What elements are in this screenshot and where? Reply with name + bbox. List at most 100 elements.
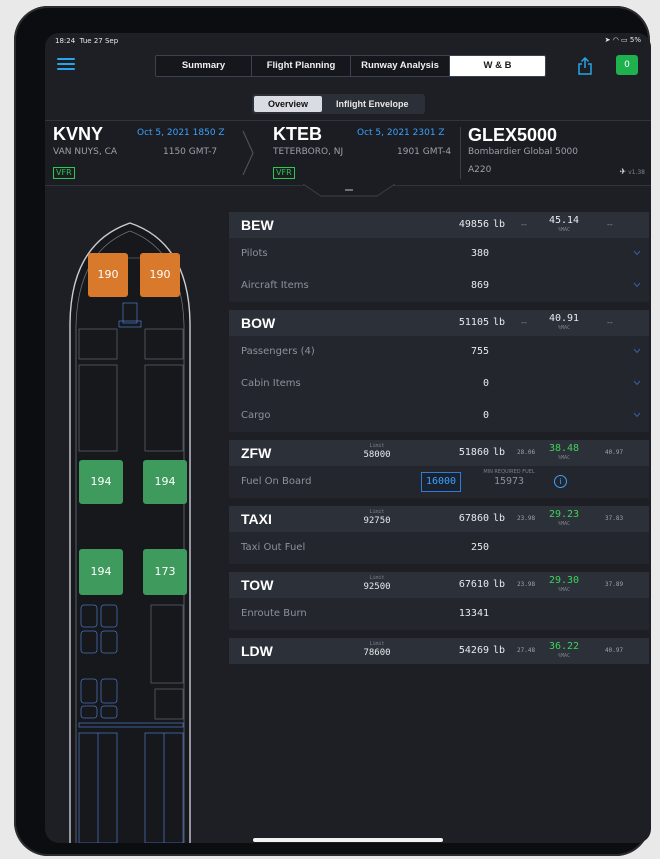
destination-city: TETERBORO, NJ bbox=[273, 147, 344, 157]
tab-flight-planning[interactable]: Flight Planning bbox=[252, 56, 351, 76]
mac-unit: %MAC bbox=[557, 455, 571, 461]
row-weight: 869 bbox=[470, 280, 489, 291]
tab-summary[interactable]: Summary bbox=[156, 56, 252, 76]
aft-cg-limit: 37.89 bbox=[605, 581, 624, 588]
seat-pilot-right[interactable]: 190 bbox=[140, 253, 180, 297]
wb-row-tow[interactable]: TOW Limit 92500 67610 lb 23.98 29.30 %MAC … bbox=[229, 572, 649, 598]
seat-pax-3[interactable]: 194 bbox=[79, 549, 123, 595]
cabin-seat-map: 190 190 194 194 194 173 bbox=[45, 203, 215, 843]
destination-flight-rules: VFR bbox=[273, 167, 295, 179]
tab-runway-analysis[interactable]: Runway Analysis bbox=[351, 56, 450, 76]
fuel-on-board-input[interactable]: 16000 bbox=[421, 472, 461, 492]
version-text: v1.38 bbox=[628, 169, 645, 176]
fwd-cg-limit: 23.98 bbox=[517, 515, 536, 522]
weight-limit: Limit 58000 bbox=[355, 443, 399, 461]
share-icon[interactable] bbox=[577, 56, 593, 75]
seat-pax-2[interactable]: 194 bbox=[143, 460, 187, 504]
row-unit: lb bbox=[493, 513, 506, 524]
plane-icon: ✈ bbox=[619, 167, 627, 176]
status-time-text: 18:24 bbox=[55, 37, 76, 45]
app-version: ✈ v1.38 bbox=[619, 167, 645, 176]
wb-row-bew[interactable]: BEW 49856 lb -- 45.14 %MAC -- bbox=[229, 212, 649, 238]
mac-unit: %MAC bbox=[557, 653, 571, 659]
limit-value: 58000 bbox=[363, 450, 391, 460]
menu-icon[interactable] bbox=[57, 55, 75, 70]
weight-balance-table: BEW 49856 lb -- 45.14 %MAC -- Pilots 380 … bbox=[229, 212, 649, 664]
status-icons: ➤ ◠ ▭ 5% bbox=[604, 36, 641, 44]
mac-unit: %MAC bbox=[557, 587, 571, 593]
mac-value: 36.22 %MAC bbox=[539, 641, 589, 659]
fwd-cg-limit: 28.06 bbox=[517, 449, 536, 456]
wb-row-aircraft-items[interactable]: Aircraft Items 869 bbox=[229, 270, 649, 302]
row-unit: lb bbox=[493, 219, 506, 230]
wb-row-taxi[interactable]: TAXI Limit 92750 67860 lb 23.98 29.23 %MAC… bbox=[229, 506, 649, 532]
row-label: Cargo bbox=[241, 410, 271, 421]
mac-value: 40.91 %MAC bbox=[539, 313, 589, 331]
home-indicator[interactable] bbox=[253, 838, 443, 842]
mac-value: 29.23 %MAC bbox=[539, 509, 589, 527]
badge-button[interactable]: 0 bbox=[616, 55, 638, 75]
chevron-down-icon bbox=[633, 380, 641, 386]
row-label: Enroute Burn bbox=[241, 608, 307, 619]
mac-unit: %MAC bbox=[557, 521, 571, 527]
chevron-down-icon bbox=[633, 282, 641, 288]
destination-local-time: 1901 GMT-4 bbox=[397, 147, 452, 157]
tab-inflight-envelope[interactable]: Inflight Envelope bbox=[322, 96, 423, 112]
top-bar: Summary Flight Planning Runway Analysis … bbox=[45, 47, 651, 87]
row-weight: 51860 bbox=[458, 447, 489, 458]
row-unit: lb bbox=[493, 447, 506, 458]
wb-row-enroute-burn[interactable]: Enroute Burn 13341 bbox=[229, 598, 649, 630]
row-weight: 380 bbox=[470, 248, 489, 259]
destination-code: KTEB bbox=[273, 124, 322, 144]
row-weight: 51105 bbox=[458, 317, 489, 328]
wb-row-passengers[interactable]: Passengers (4) 755 bbox=[229, 336, 649, 368]
seat-pax-4[interactable]: 173 bbox=[143, 549, 187, 595]
wb-row-taxi-out-fuel[interactable]: Taxi Out Fuel 250 bbox=[229, 532, 649, 564]
info-icon[interactable]: i bbox=[554, 475, 567, 488]
aircraft-name: Bombardier Global 5000 bbox=[468, 147, 579, 157]
mac-number: 38.48 bbox=[548, 443, 580, 454]
status-date-text: Tue 27 Sep bbox=[79, 37, 119, 45]
aircraft-registration: A220 bbox=[468, 165, 492, 175]
battery-text: 5% bbox=[629, 36, 641, 44]
weight-limit: Limit 78600 bbox=[355, 641, 399, 659]
row-weight: 0 bbox=[482, 410, 489, 421]
min-fuel-value: 15973 bbox=[493, 476, 525, 487]
row-weight: 13341 bbox=[458, 608, 489, 619]
wb-row-pilots[interactable]: Pilots 380 bbox=[229, 238, 649, 270]
wb-row-zfw[interactable]: ZFW Limit 58000 51860 lb 28.06 38.48 %MAC … bbox=[229, 440, 649, 466]
collapse-handle[interactable] bbox=[303, 184, 395, 198]
wb-row-cargo[interactable]: Cargo 0 bbox=[229, 400, 649, 432]
row-label: TOW bbox=[241, 577, 274, 593]
aircraft-type: GLEX5000 bbox=[468, 125, 558, 145]
tab-weight-balance[interactable]: W & B bbox=[450, 56, 545, 76]
row-label: Cabin Items bbox=[241, 378, 301, 389]
row-unit: lb bbox=[493, 317, 506, 328]
tab-overview[interactable]: Overview bbox=[254, 96, 323, 112]
aft-cg-limit: 40.97 bbox=[605, 449, 624, 456]
mac-unit: %MAC bbox=[557, 325, 571, 331]
wb-row-cabin-items[interactable]: Cabin Items 0 bbox=[229, 368, 649, 400]
row-unit: lb bbox=[493, 645, 506, 656]
limit-value: 92750 bbox=[363, 516, 391, 526]
row-label: LDW bbox=[241, 643, 273, 659]
route-header: KVNY Oct 5, 2021 1850 Z VAN NUYS, CA 115… bbox=[45, 120, 651, 186]
mac-number: 29.23 bbox=[548, 509, 580, 520]
row-weight: 49856 bbox=[458, 219, 489, 230]
wb-row-ldw[interactable]: LDW Limit 78600 54269 lb 27.48 36.22 %MAC … bbox=[229, 638, 649, 664]
mac-value: 38.48 %MAC bbox=[539, 443, 589, 461]
row-label: Passengers (4) bbox=[241, 346, 315, 357]
row-label: Pilots bbox=[241, 248, 268, 259]
row-weight: 250 bbox=[470, 542, 489, 553]
row-weight: 67610 bbox=[458, 579, 489, 590]
weight-limit: Limit 92500 bbox=[355, 575, 399, 593]
seat-pilot-left[interactable]: 190 bbox=[88, 253, 128, 297]
wb-row-bow[interactable]: BOW 51105 lb -- 40.91 %MAC -- bbox=[229, 310, 649, 336]
app-screen: 18:24 Tue 27 Sep ➤ ◠ ▭ 5% Summary Flight… bbox=[45, 33, 651, 843]
min-required-fuel: MIN REQUIRED FUEL 15973 bbox=[473, 469, 545, 488]
seat-pax-1[interactable]: 194 bbox=[79, 460, 123, 504]
fwd-cg-limit: 27.48 bbox=[517, 647, 536, 654]
chevron-down-icon bbox=[633, 348, 641, 354]
mac-value: 29.30 %MAC bbox=[539, 575, 589, 593]
aft-cg-limit: 40.97 bbox=[605, 647, 624, 654]
